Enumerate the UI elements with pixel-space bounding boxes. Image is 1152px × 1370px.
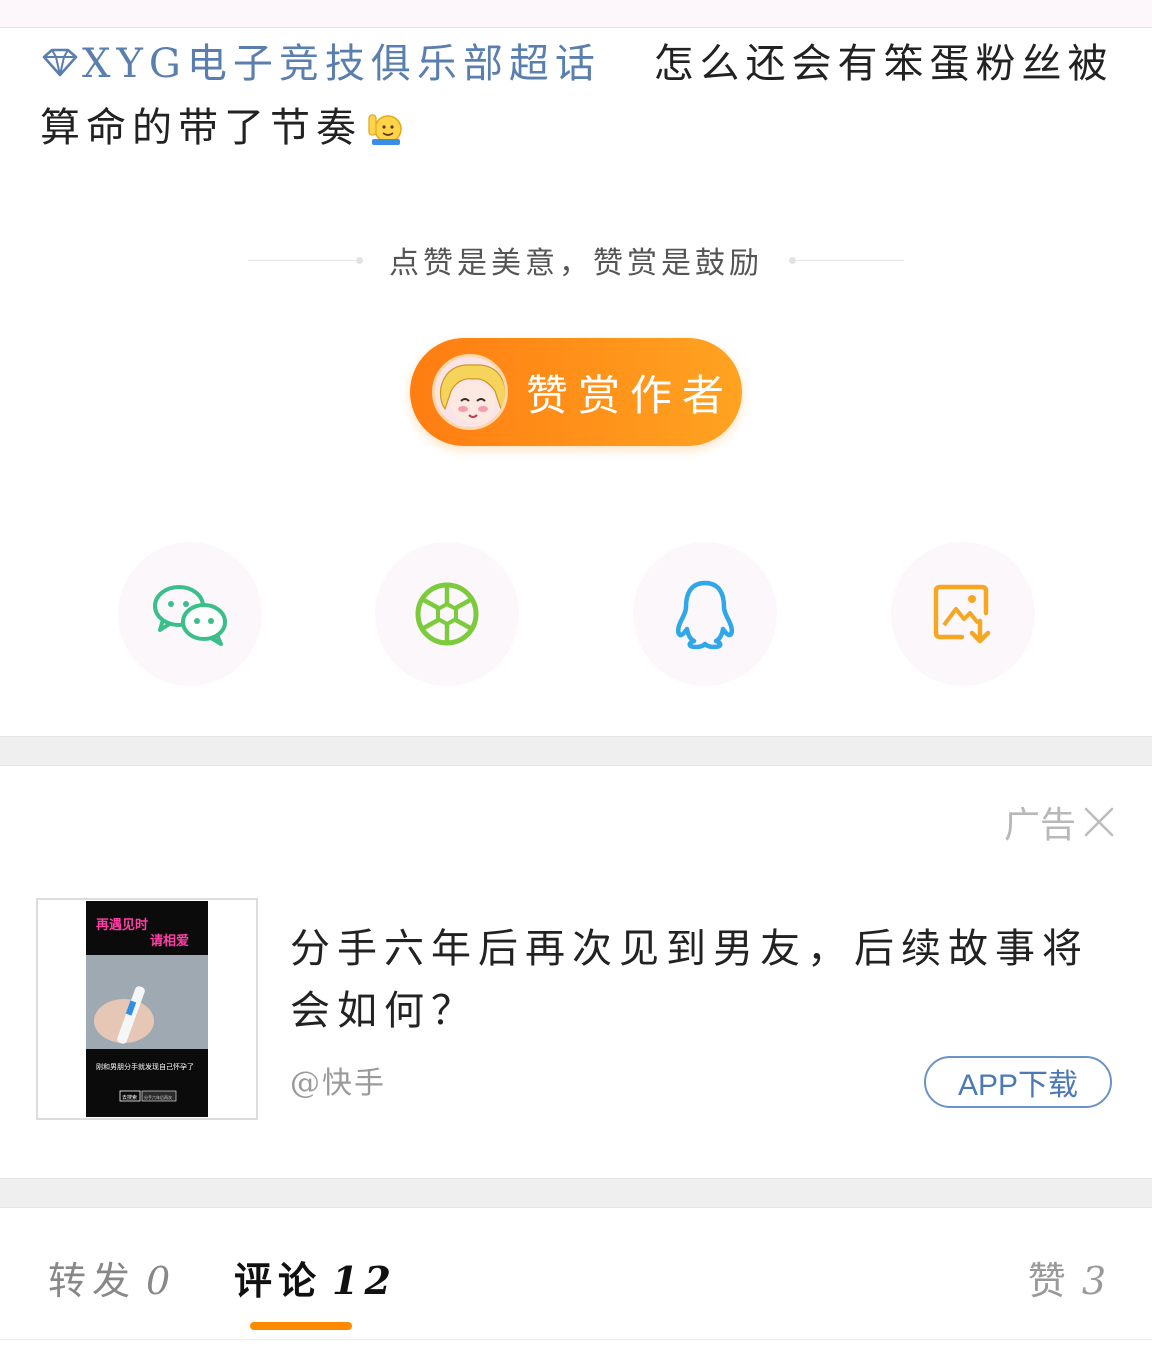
ad-source: @快手 xyxy=(290,1066,386,1101)
tab-comments[interactable]: 评论 12 xyxy=(234,1250,397,1305)
raising-hand-emoji-icon xyxy=(368,114,402,145)
tab-repost[interactable]: 转发 0 xyxy=(48,1250,176,1305)
avatar-illustration-icon xyxy=(435,357,505,427)
thumb-line1: 再遇见时 xyxy=(96,917,148,933)
close-icon[interactable] xyxy=(1082,805,1116,839)
tab-likes[interactable]: 赞3 xyxy=(1028,1250,1112,1305)
interaction-tabs: 转发 0 评论 12 赞3 xyxy=(0,1208,1152,1340)
author-avatar xyxy=(432,354,508,430)
ad-tag: 广告 xyxy=(1004,796,1116,848)
share-bar xyxy=(0,542,1152,686)
save-image-icon xyxy=(933,584,991,644)
tab-likes-label: 赞 xyxy=(1027,1259,1072,1303)
like-reward-divider: 点赞是美意，赞赏是鼓励 xyxy=(248,238,904,282)
thumb-search: 去搜索 xyxy=(122,1094,137,1101)
tab-comments-count: 12 xyxy=(332,1258,397,1303)
thumb-caption: 刚和男朋分手就发现自己怀孕了 xyxy=(96,1062,194,1071)
reward-author-button[interactable]: 赞赏作者 xyxy=(410,338,742,446)
tab-repost-count: 0 xyxy=(146,1259,177,1303)
diamond-icon xyxy=(42,48,78,77)
divider-text: 点赞是美意，赞赏是鼓励 xyxy=(389,246,763,281)
section-gap xyxy=(0,736,1152,766)
ad-card: 广告 再遇见时 请相爱 刚和男朋分手就发现自己怀孕了 去搜索 分手六年后再次 分… xyxy=(0,766,1152,1178)
divider-line-left xyxy=(248,256,363,264)
thumb-line2: 请相爱 xyxy=(150,933,189,949)
super-topic-name[interactable]: XYG电子竞技俱乐部超话 xyxy=(82,41,601,87)
save-image-button[interactable] xyxy=(891,542,1035,686)
ad-video-thumbnail: 再遇见时 请相爱 刚和男朋分手就发现自己怀孕了 去搜索 分手六年后再次 xyxy=(86,901,208,1117)
share-qq-button[interactable] xyxy=(633,542,777,686)
moments-icon xyxy=(415,582,479,646)
qq-icon xyxy=(675,580,735,649)
divider-line-right xyxy=(789,256,904,264)
thumb-search-text: 分手六年后再次 xyxy=(144,1094,172,1100)
ad-label: 广告 xyxy=(1003,804,1076,845)
reward-author-label[interactable]: 赞赏作者 xyxy=(526,362,734,423)
post-content: XYG电子竞技俱乐部超话 怎么还会有笨蛋粉丝被算命的带了节奏 xyxy=(40,32,1120,160)
share-wechat-button[interactable] xyxy=(118,542,262,686)
active-tab-indicator xyxy=(250,1322,352,1330)
top-status-bar xyxy=(0,0,1152,28)
app-download-button[interactable]: APP下载 xyxy=(924,1056,1112,1108)
tab-likes-count: 3 xyxy=(1081,1259,1112,1303)
ad-title[interactable]: 分手六年后再次见到男友，后续故事将会如何？ xyxy=(290,918,1120,1042)
super-topic-link[interactable]: XYG电子竞技俱乐部超话 xyxy=(40,41,601,87)
section-gap-2 xyxy=(0,1178,1152,1208)
tab-comments-label: 评论 xyxy=(234,1258,323,1303)
tab-repost-label: 转发 xyxy=(48,1259,137,1303)
ad-thumbnail[interactable]: 再遇见时 请相爱 刚和男朋分手就发现自己怀孕了 去搜索 分手六年后再次 xyxy=(36,898,258,1120)
wechat-icon xyxy=(153,585,227,646)
share-moments-button[interactable] xyxy=(375,542,519,686)
